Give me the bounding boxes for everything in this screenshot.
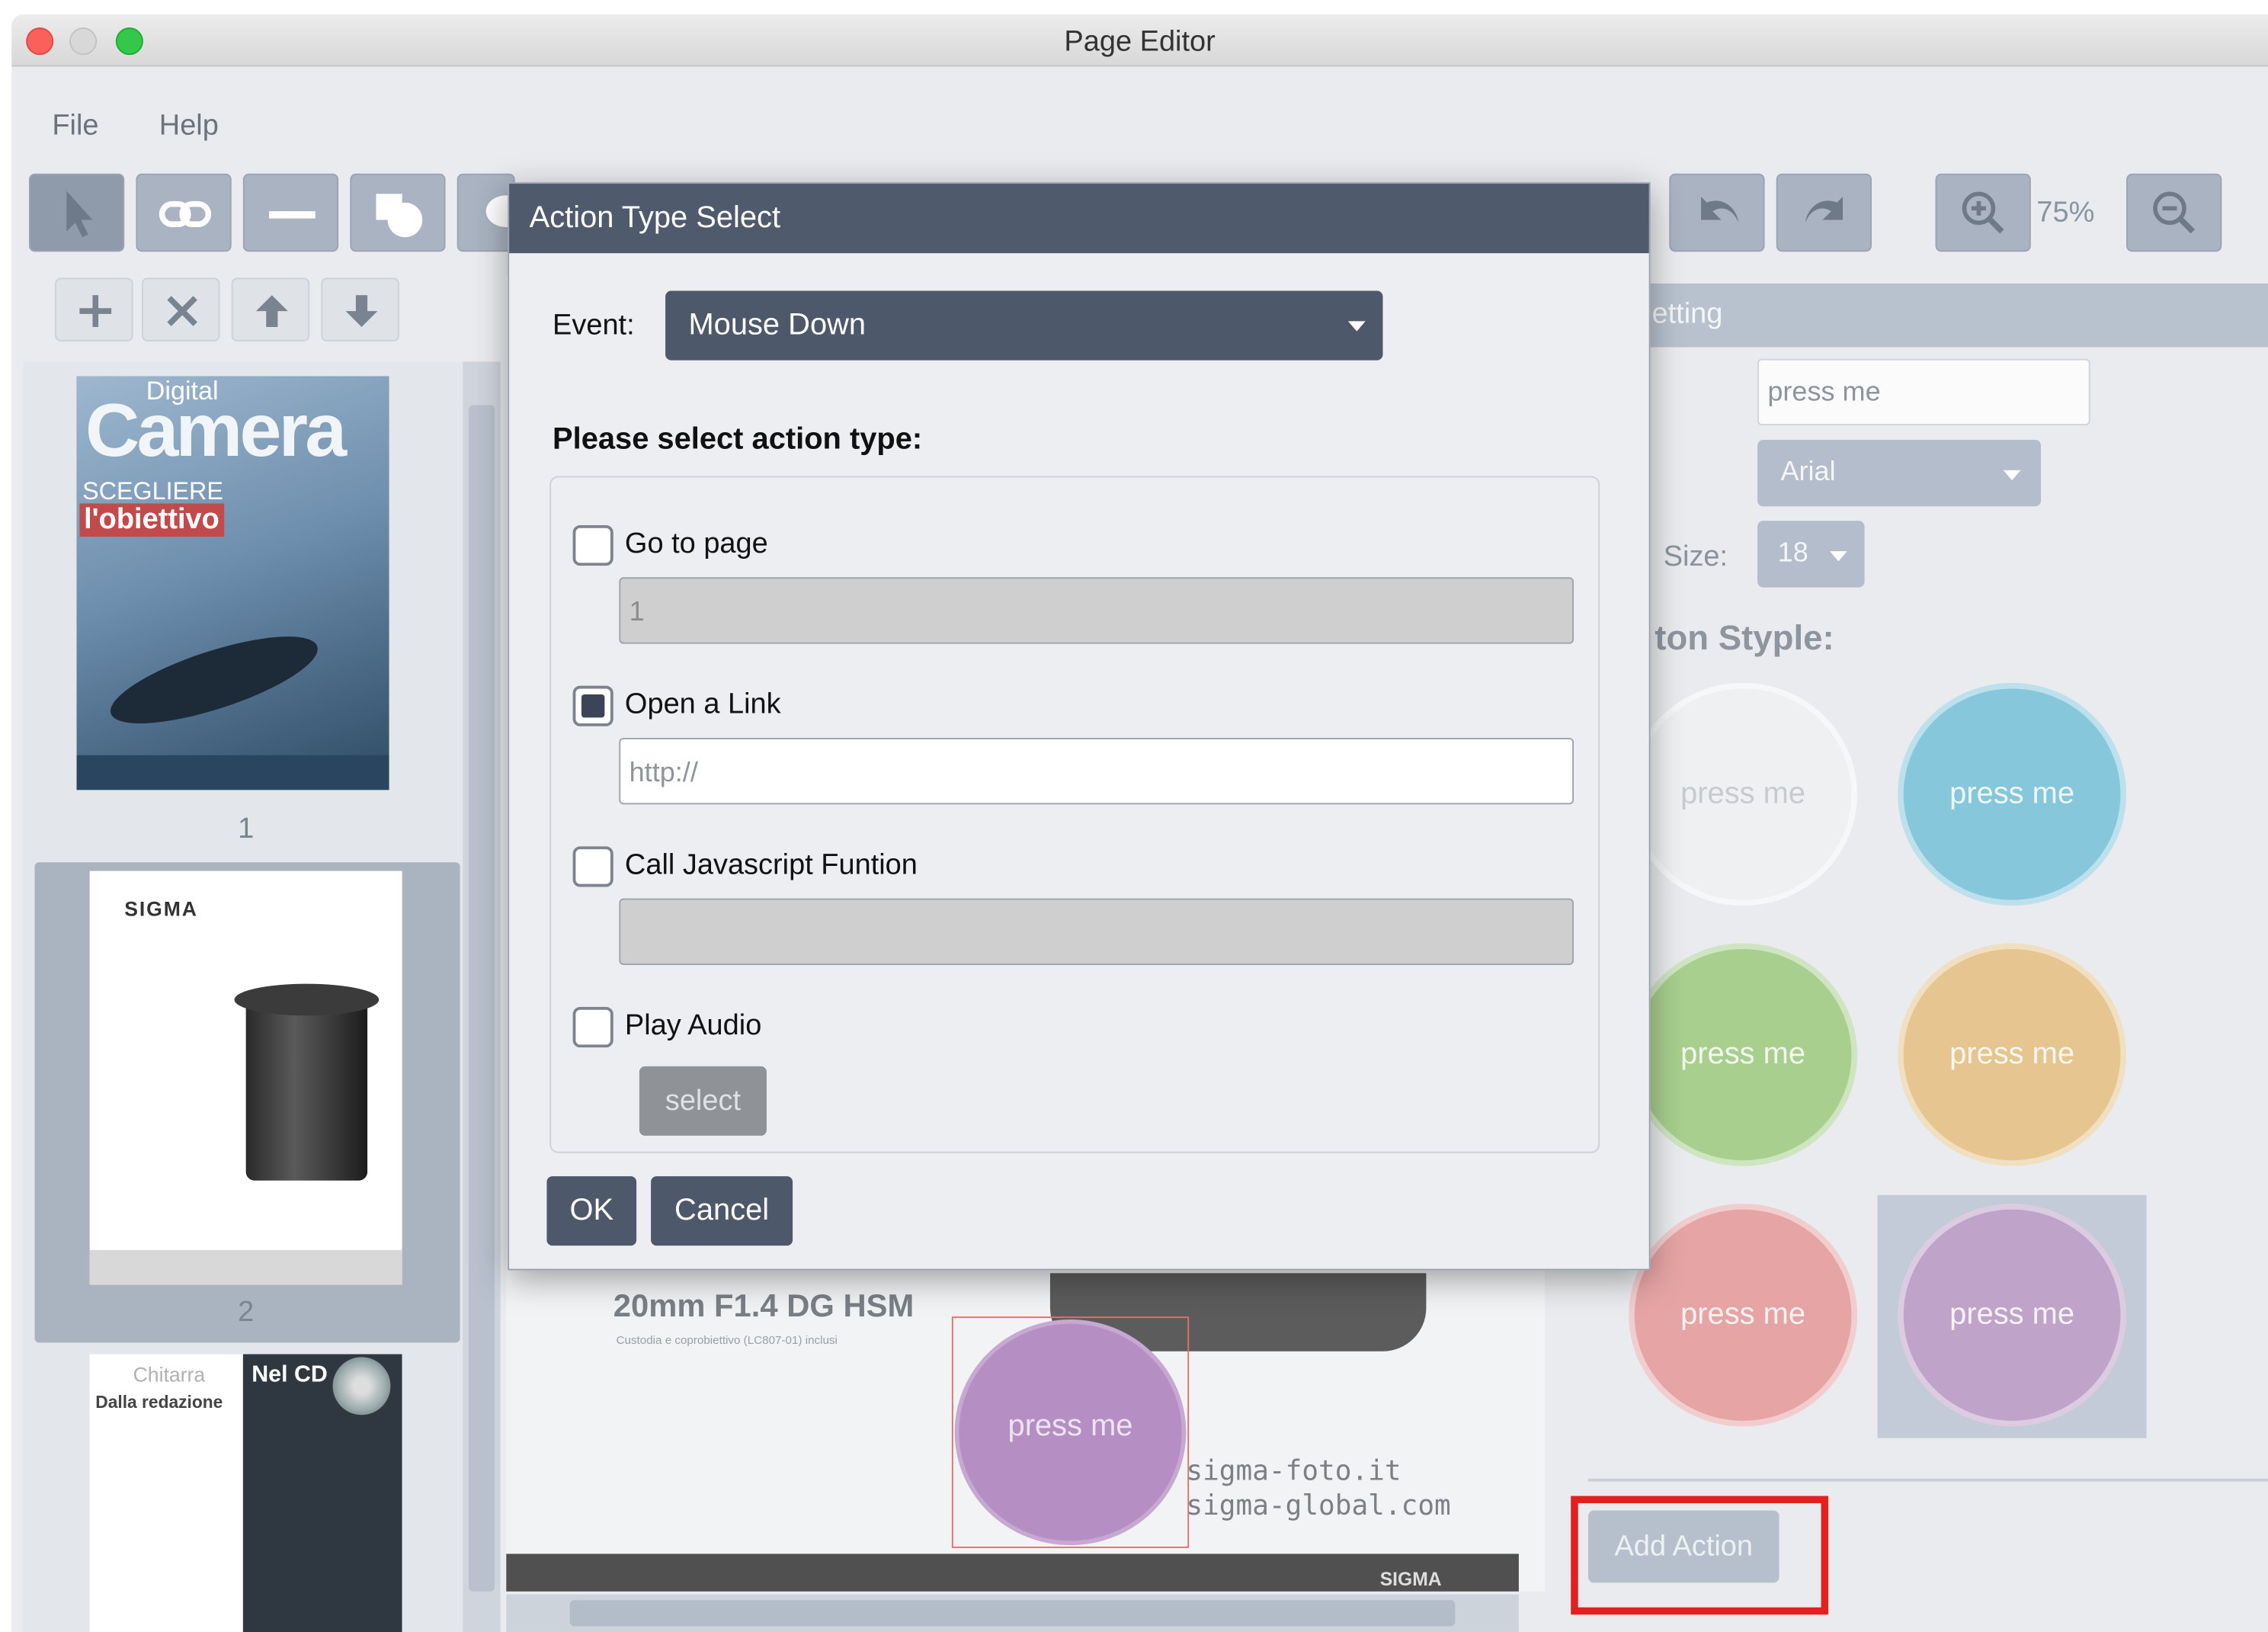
dialog-title: Action Type Select	[509, 184, 1649, 254]
event-select[interactable]: Mouse Down	[665, 290, 1383, 361]
go-to-page-label[interactable]: Go to page	[625, 528, 768, 562]
ok-button[interactable]: OK	[546, 1176, 637, 1246]
select-audio-button[interactable]: select	[639, 1066, 767, 1136]
call-javascript-label[interactable]: Call Javascript Funtion	[625, 849, 918, 883]
action-type-prompt: Please select action type:	[553, 422, 923, 456]
annotation-highlight-box	[1571, 1496, 1829, 1615]
go-to-page-checkbox[interactable]	[572, 524, 613, 566]
action-type-dialog: Action Type Select Event: Mouse Down Ple…	[508, 182, 1651, 1271]
play-audio-checkbox[interactable]	[572, 1007, 613, 1048]
app-window: Page Editor File Help 75% Digital Camera…	[11, 14, 2268, 1632]
chevron-down-icon	[1347, 321, 1366, 332]
event-select-value: Mouse Down	[688, 308, 867, 341]
play-audio-label[interactable]: Play Audio	[625, 1010, 761, 1044]
link-url-field[interactable]: http://	[619, 737, 1574, 805]
call-javascript-checkbox[interactable]	[572, 846, 613, 887]
open-link-checkbox[interactable]	[572, 685, 613, 726]
cancel-button[interactable]: Cancel	[651, 1176, 793, 1246]
open-link-label[interactable]: Open a Link	[625, 688, 781, 722]
event-label: Event:	[553, 309, 635, 341]
javascript-function-field[interactable]	[619, 898, 1574, 965]
page-number-field[interactable]: 1	[619, 577, 1574, 644]
